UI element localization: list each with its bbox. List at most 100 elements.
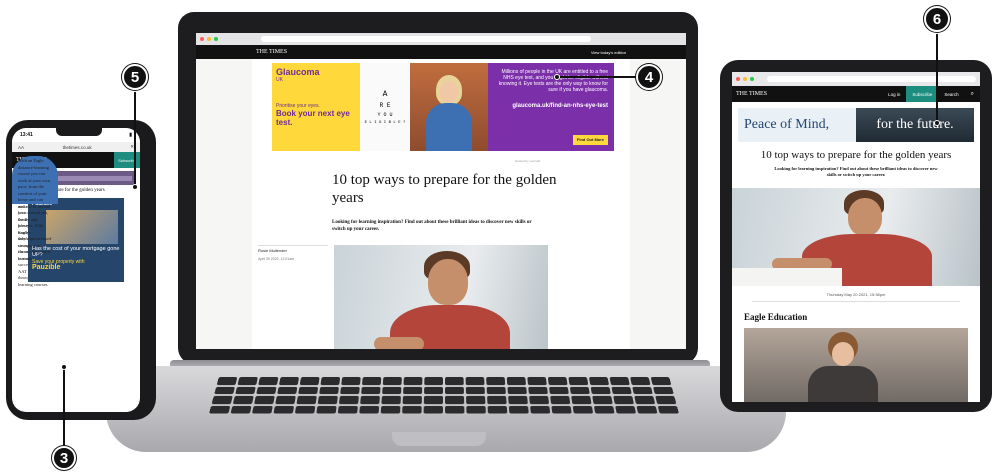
find-out-more-button[interactable]: Find Out More: [572, 135, 608, 145]
keyboard-key: [611, 386, 632, 395]
keyboard-key: [279, 377, 300, 385]
keyboard-key: [609, 377, 630, 385]
tablet-site-header: THE TIMES Log in Subscribe Search ⌕: [732, 86, 980, 102]
keyboard-key: [592, 395, 613, 404]
keyboard-key: [445, 405, 465, 414]
eye-chart-row: Y O U: [377, 111, 393, 118]
keyboard-key: [424, 377, 444, 385]
ad-url[interactable]: glaucoma.uk/find-an-nhs-eye-test: [494, 103, 608, 109]
keyboard-key: [650, 377, 672, 385]
keyboard-key: [319, 386, 340, 395]
maximize-dot-icon[interactable]: [214, 37, 218, 41]
keyboard-key: [486, 386, 506, 395]
device-mockup-stage: THE TIMES View today's edition Glaucoma …: [0, 0, 1000, 472]
keyboard-key: [568, 377, 589, 385]
battery-icon: ▮: [129, 132, 132, 138]
mpu-save-line: Save your property with Pauzible: [32, 259, 85, 271]
sponsor-note: Hosted by yourself: [515, 159, 540, 163]
keyboard-key: [294, 405, 316, 414]
keyboard-key: [209, 405, 231, 414]
article-title: 10 top ways to prepare for the golden ye…: [332, 172, 557, 206]
keyboard-key: [316, 405, 337, 414]
keyboard-key: [444, 386, 464, 395]
keyboard-key: [299, 377, 320, 385]
keyboard-key: [403, 386, 423, 395]
keyboard-key: [506, 377, 527, 385]
keyboard-key: [572, 405, 594, 414]
keyboard-key: [444, 377, 464, 385]
keyboard-key: [465, 377, 485, 385]
keyboard-key: [275, 395, 296, 404]
tablet-section-heading: Eagle Education: [744, 312, 808, 322]
search-link[interactable]: Search: [938, 92, 964, 97]
keyboard-key: [361, 386, 381, 395]
article-hero-image: [334, 245, 548, 349]
tablet-browser-bar: [732, 72, 980, 86]
view-edition-link[interactable]: View today's edition: [591, 50, 626, 55]
keyboard-key: [508, 395, 528, 404]
mpu-photo: [46, 210, 118, 244]
keyboard-key: [551, 405, 572, 414]
phone-paragraph-2: With an Eagle distance-learning course y…: [12, 156, 58, 261]
callout-5-leader: [134, 92, 136, 186]
keyboard-key: [237, 377, 258, 385]
keyboard-key: [258, 377, 279, 385]
eye-chart-row: A: [382, 89, 388, 99]
keyboard-key: [593, 405, 615, 414]
keyboard-key: [256, 386, 277, 395]
site-logo[interactable]: THE TIMES: [732, 91, 882, 97]
keyboard-key: [615, 405, 637, 414]
search-icon[interactable]: ⌕: [965, 91, 980, 98]
callout-4-dot: [554, 74, 560, 80]
site-logo[interactable]: THE TIMES: [256, 49, 287, 55]
keyboard-key: [613, 395, 634, 404]
ad-headline-left: Peace of Mind,: [744, 117, 830, 132]
tablet-article-intro: Looking for learning inspiration? Find o…: [774, 166, 938, 177]
address-bar[interactable]: [261, 36, 591, 42]
article-author[interactable]: Rosie Mullender: [258, 245, 328, 253]
minimize-dot-icon[interactable]: [743, 77, 747, 81]
subscribe-button[interactable]: Subscribe: [114, 152, 140, 168]
subscribe-button[interactable]: Subscribe: [906, 86, 939, 102]
login-link[interactable]: Log in: [882, 92, 906, 97]
keyboard-key: [529, 395, 550, 404]
keyboard-key: [548, 386, 569, 395]
keyboard-key: [528, 386, 548, 395]
keyboard-key: [634, 395, 656, 404]
keyboard-key: [341, 377, 361, 385]
keyboard-key: [530, 405, 551, 414]
keyboard-key: [380, 405, 401, 414]
tablet-article-date: Thursday May 20 2021, 15:38pm: [752, 286, 960, 302]
callout-3-dot: [61, 364, 67, 370]
keyboard-key: [232, 395, 254, 404]
article-date: April 30 2022, 12:01am: [258, 257, 295, 261]
phone-screen: 13:41 ▮ AA thetimes.co.uk ✕ THE TIMES Su…: [12, 128, 140, 412]
phone-url[interactable]: thetimes.co.uk: [63, 145, 92, 150]
maximize-dot-icon[interactable]: [750, 77, 754, 81]
keyboard-key: [657, 405, 679, 414]
keyboard-key: [423, 395, 443, 404]
close-dot-icon[interactable]: [736, 77, 740, 81]
laptop-trackpad: [392, 432, 486, 446]
laptop-screen: THE TIMES View today's edition Glaucoma …: [196, 33, 686, 349]
ad-brand-panel: Glaucoma UK Prioritise your eyes. Book y…: [272, 63, 360, 151]
keyboard-key: [381, 395, 401, 404]
keyboard-key: [547, 377, 568, 385]
keyboard-key: [632, 386, 653, 395]
minimize-dot-icon[interactable]: [207, 37, 211, 41]
keyboard-key: [360, 395, 380, 404]
keyboard-key: [254, 395, 275, 404]
keyboard-key: [487, 405, 508, 414]
eye-chart-row: E L I G I B L E ?: [364, 120, 406, 125]
eye-chart: A R E Y O U E L I G I B L E ?: [360, 63, 410, 151]
keyboard-key: [588, 377, 609, 385]
address-bar[interactable]: [767, 76, 976, 82]
tablet-screen: THE TIMES Log in Subscribe Search ⌕ Peac…: [732, 72, 980, 402]
keyboard-key: [550, 395, 571, 404]
phone-address-bar[interactable]: AA thetimes.co.uk ✕: [12, 142, 140, 152]
close-dot-icon[interactable]: [200, 37, 204, 41]
text-size-button[interactable]: AA: [18, 145, 24, 150]
tablet-section-image: [744, 328, 968, 402]
laptop-browser-bar: [196, 33, 686, 45]
keyboard-key: [317, 395, 338, 404]
